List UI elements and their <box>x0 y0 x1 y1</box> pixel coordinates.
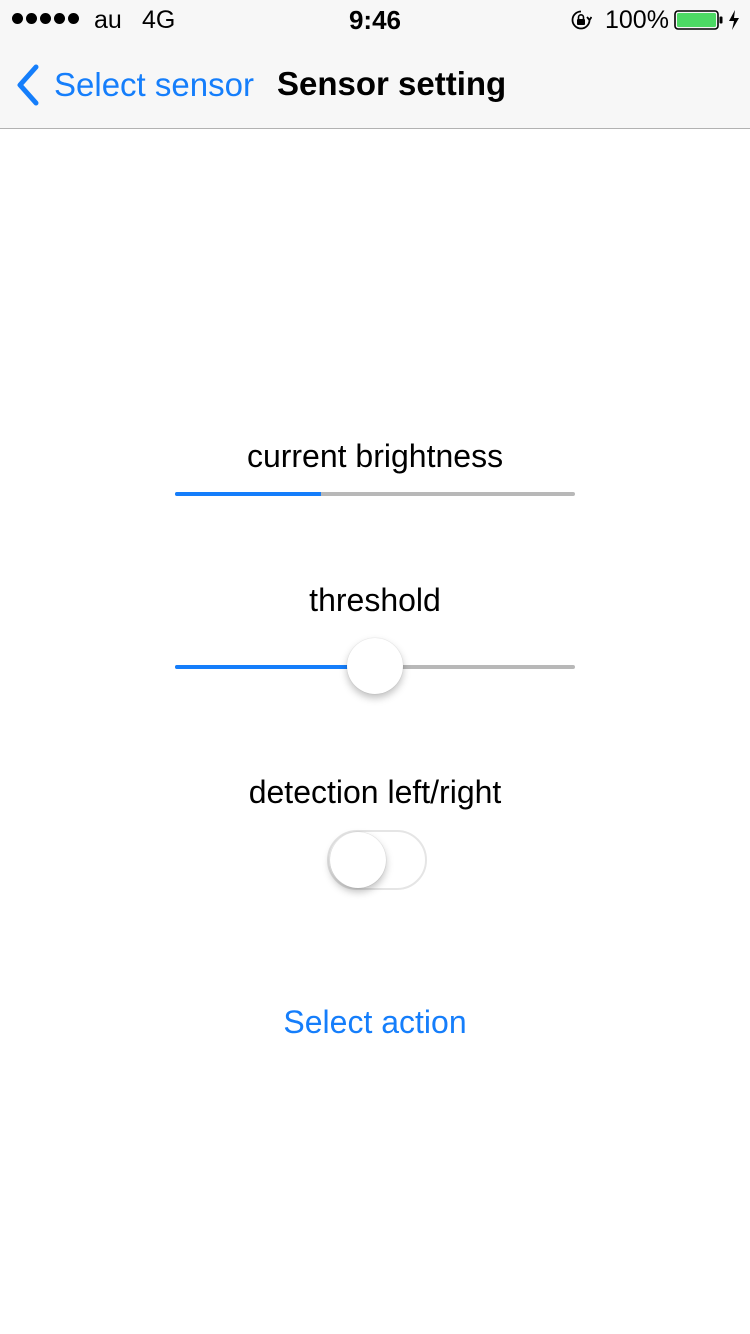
back-button[interactable]: Select sensor <box>14 62 254 108</box>
detection-toggle[interactable] <box>327 830 427 890</box>
threshold-slider-fill <box>175 665 375 669</box>
threshold-slider-thumb[interactable] <box>347 638 403 694</box>
brightness-progress-fill <box>175 492 321 496</box>
threshold-slider[interactable] <box>175 636 575 696</box>
navigation-bar: Select sensor Sensor setting <box>0 40 750 129</box>
battery-percent: 100% <box>605 6 669 34</box>
charging-icon <box>729 10 739 30</box>
status-bar: au 4G 9:46 100% <box>0 0 750 40</box>
brightness-progress-bar <box>175 492 575 496</box>
back-button-label: Select sensor <box>54 66 254 103</box>
chevron-left-icon <box>17 64 39 106</box>
detection-label: detection left/right <box>248 774 502 810</box>
detection-toggle-knob[interactable] <box>330 832 386 888</box>
brightness-label: current brightness <box>246 438 504 474</box>
page-title: Sensor setting <box>277 65 507 102</box>
orientation-lock-icon <box>571 10 592 30</box>
battery-icon <box>674 10 723 30</box>
select-action-button[interactable]: Select action <box>0 1002 750 1042</box>
threshold-label: threshold <box>309 582 441 618</box>
